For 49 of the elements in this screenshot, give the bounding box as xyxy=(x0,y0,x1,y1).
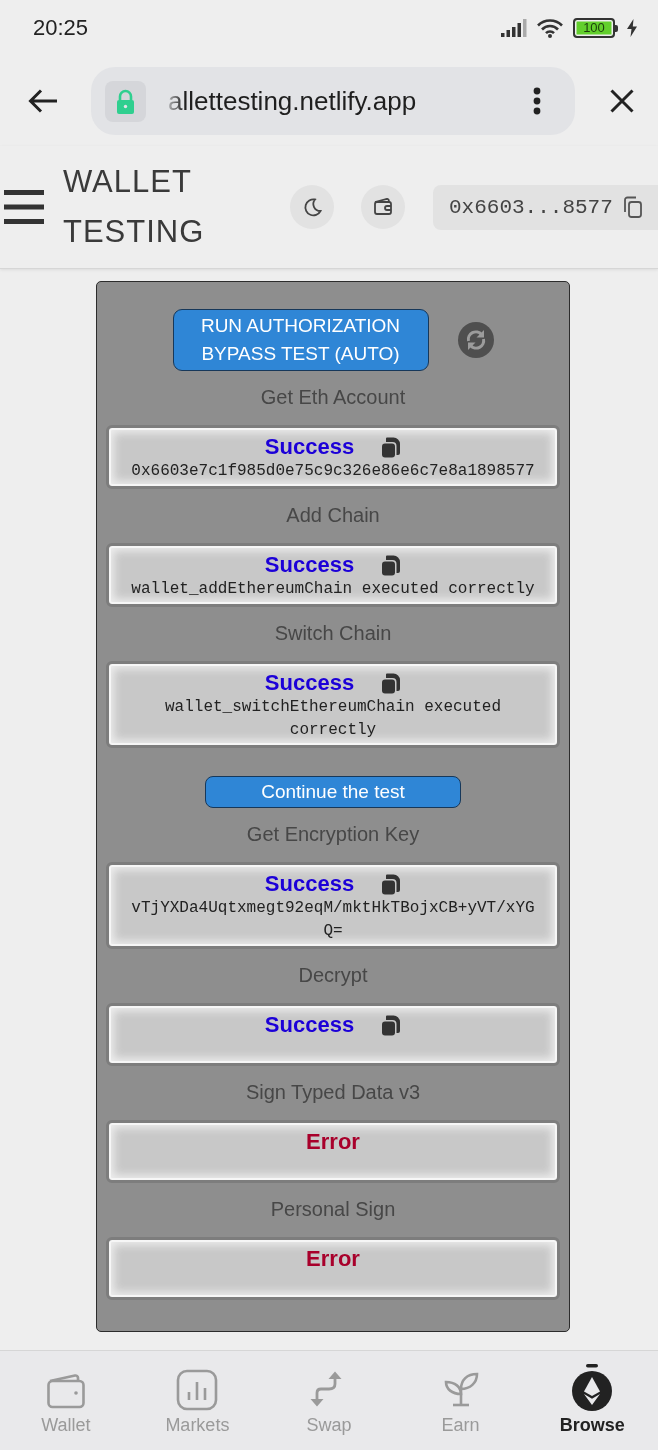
menu-icon[interactable] xyxy=(4,190,44,224)
result-detail: wallet_switchEthereumChain executed correctly xyxy=(163,697,503,741)
copy-icon[interactable] xyxy=(381,1013,402,1036)
wallet-icon[interactable] xyxy=(361,185,405,229)
close-icon[interactable] xyxy=(610,89,634,113)
result-status: Error xyxy=(306,1128,360,1155)
continue-button[interactable]: Continue the test xyxy=(205,776,461,808)
result-detail: 0x6603e7c1f985d0e75c9c326e86e6c7e8a1898577 xyxy=(130,461,536,482)
section-title: Switch Chain xyxy=(273,621,393,646)
nav-tab[interactable]: Earn xyxy=(394,1351,527,1450)
section-title: Get Eth Account xyxy=(259,385,407,410)
app-title: WALLET TESTING xyxy=(63,163,206,251)
copy-icon[interactable] xyxy=(381,435,402,458)
copy-icon[interactable] xyxy=(381,553,402,576)
result-status: Success xyxy=(264,669,355,696)
lock-icon xyxy=(105,80,146,122)
address-bar[interactable]: allettesting.netlify.app xyxy=(91,67,575,135)
section-title: Decrypt xyxy=(297,963,369,988)
nav-tab[interactable]: Swap xyxy=(263,1351,395,1450)
diamond-icon xyxy=(570,1364,615,1412)
account-chip[interactable]: 0x6603...8577 xyxy=(433,184,658,230)
run-test-button[interactable]: RUN AUTHORIZATION BYPASS TEST (AUTO) xyxy=(172,309,429,371)
battery-indicator: 100 xyxy=(573,18,618,38)
copy-icon[interactable] xyxy=(381,872,402,895)
result-status: Success xyxy=(264,870,355,897)
result-status: Error xyxy=(306,1245,360,1272)
result-status: Success xyxy=(264,433,355,460)
menu-icon[interactable] xyxy=(533,87,541,115)
nav-tab[interactable]: Markets xyxy=(131,1351,264,1450)
result-detail: vTjYXDa4Uqtxmegt92eqM/mktHkTBojxCB+yVT/xYGQ= xyxy=(130,898,536,942)
status-time: 20:25 xyxy=(33,15,89,41)
signal-icon xyxy=(501,19,527,37)
moon-icon[interactable] xyxy=(290,185,334,229)
result-status: Success xyxy=(264,1011,355,1038)
nav-tab[interactable]: Wallet xyxy=(0,1351,132,1450)
result-status: Success xyxy=(264,551,355,578)
refresh-icon[interactable] xyxy=(457,322,494,358)
charging-icon xyxy=(627,19,637,37)
wifi-icon xyxy=(536,18,564,38)
nav-tab[interactable]: Browse xyxy=(526,1351,658,1450)
result-detail: wallet_addEthereumChain executed correctly xyxy=(130,579,536,600)
section-title: Sign Typed Data v3 xyxy=(244,1080,422,1105)
bar-chart-icon xyxy=(175,1368,220,1412)
section-title: Add Chain xyxy=(285,503,381,528)
back-icon[interactable] xyxy=(28,88,58,114)
copy-icon[interactable] xyxy=(381,671,402,694)
section-title: Personal Sign xyxy=(269,1197,397,1222)
section-title: Get Encryption Key xyxy=(245,822,421,847)
copy-icon[interactable] xyxy=(621,196,642,218)
